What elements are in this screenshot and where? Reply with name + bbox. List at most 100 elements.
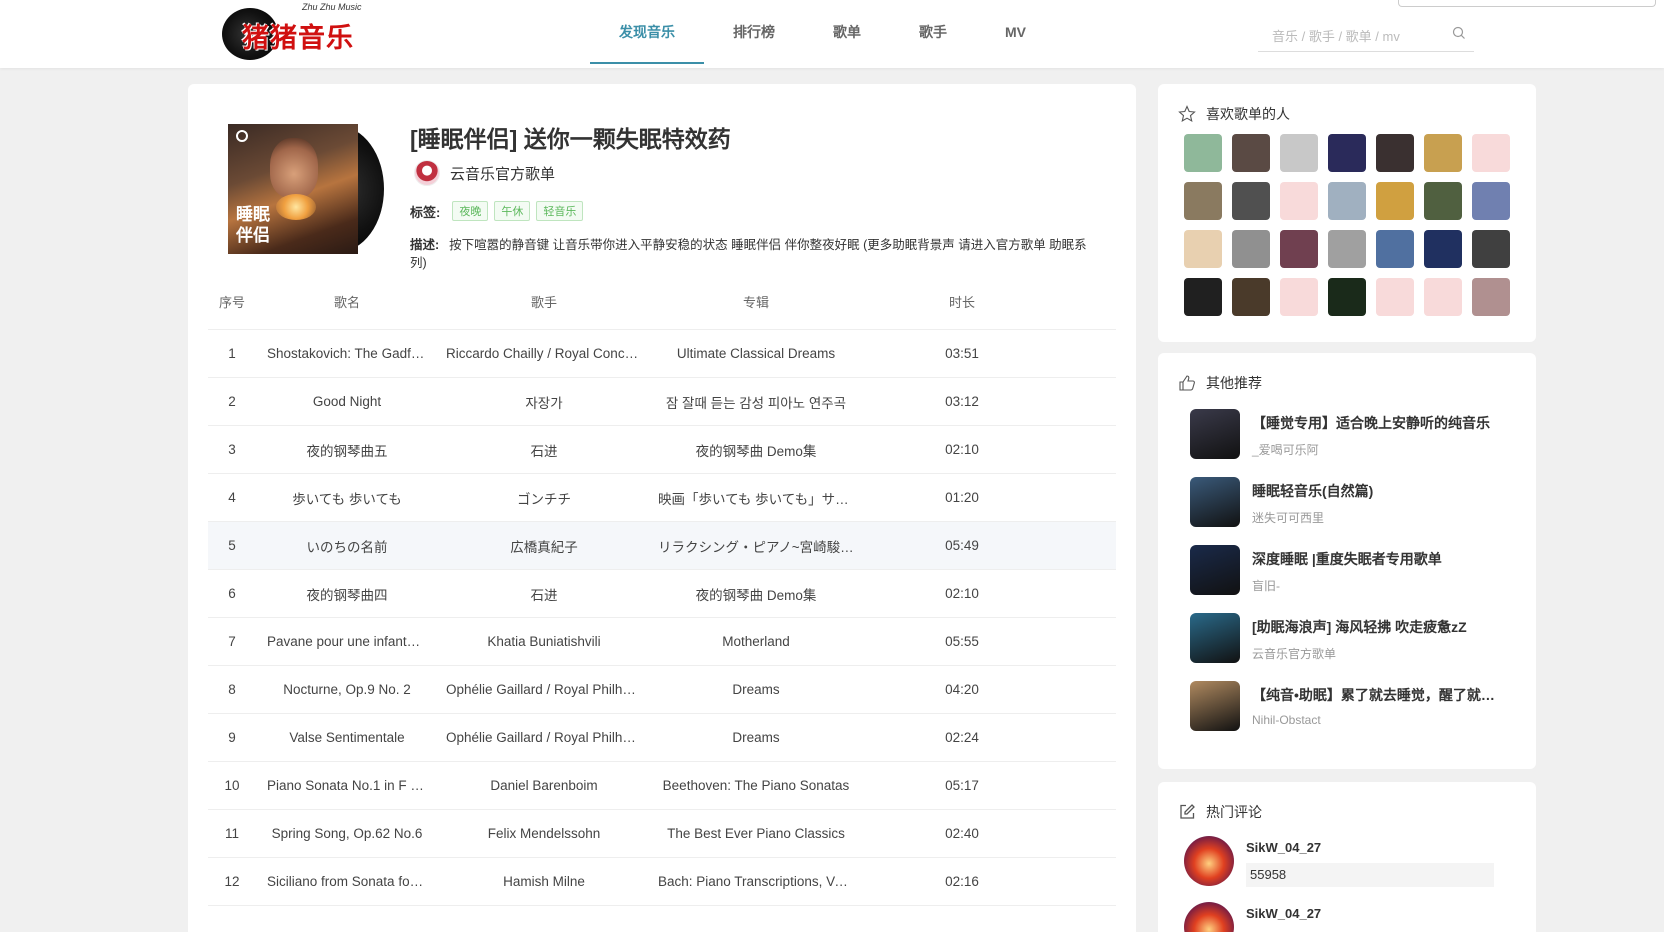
recommend-item[interactable]: 睡眠轻音乐(自然篇) 迷失可可西里 — [1190, 477, 1496, 529]
song-album[interactable]: Motherland — [658, 634, 854, 649]
song-name[interactable]: Siciliano from Sonata for flute — [267, 874, 427, 889]
table-row[interactable]: 1 Shostakovich: The Gadfly, Op. 97 Riccard… — [208, 330, 1116, 378]
liker-avatar[interactable] — [1424, 230, 1462, 268]
recommend-author[interactable]: _爱喝可乐阿 — [1252, 441, 1496, 458]
song-artist[interactable]: 자장가 — [446, 392, 642, 412]
liker-avatar[interactable] — [1424, 134, 1462, 172]
comment-avatar[interactable] — [1184, 902, 1234, 932]
song-artist[interactable]: Ophélie Gaillard / Royal Philharmonic — [446, 682, 642, 697]
recommend-author[interactable]: 云音乐官方歌单 — [1252, 645, 1496, 662]
liker-avatar[interactable] — [1424, 182, 1462, 220]
song-name[interactable]: Spring Song, Op.62 No.6 — [267, 826, 427, 841]
song-name[interactable]: 歩いても 歩いても — [267, 488, 427, 508]
liker-avatar[interactable] — [1232, 134, 1270, 172]
table-row[interactable]: 5 いのちの名前広橋真紀子リラクシング・ピアノ~宮崎駿作品集 05:49 — [208, 522, 1116, 570]
song-name[interactable]: Good Night — [267, 394, 427, 409]
song-artist[interactable]: Felix Mendelssohn — [446, 826, 642, 841]
nav-charts[interactable]: 排行榜 — [704, 0, 804, 64]
table-row[interactable]: 6 夜的钢琴曲四 石进 夜的钢琴曲 Demo集 02:10 — [208, 570, 1116, 618]
liker-avatar[interactable] — [1232, 182, 1270, 220]
nav-artists[interactable]: 歌手 — [890, 0, 976, 64]
recommend-title[interactable]: 【纯音•助眠】累了就去睡觉，醒了就去音乐 — [1252, 685, 1496, 705]
liker-avatar[interactable] — [1472, 278, 1510, 316]
comment-user[interactable]: SikW_04_27 — [1246, 840, 1494, 855]
comment-user[interactable]: SikW_04_27 — [1246, 906, 1321, 921]
liker-avatar[interactable] — [1280, 278, 1318, 316]
song-artist[interactable]: ゴンチチ — [446, 488, 642, 508]
liker-avatar[interactable] — [1184, 182, 1222, 220]
liker-avatar[interactable] — [1472, 230, 1510, 268]
recommend-author[interactable]: 盲旧- — [1252, 577, 1496, 594]
song-album[interactable]: 夜的钢琴曲 Demo集 — [658, 584, 854, 604]
song-album[interactable]: Dreams — [658, 730, 854, 745]
liker-avatar[interactable] — [1280, 230, 1318, 268]
liker-avatar[interactable] — [1472, 182, 1510, 220]
song-artist[interactable]: Riccardo Chailly / Royal Concertgebouw — [446, 346, 642, 361]
song-album[interactable]: The Best Ever Piano Classics — [658, 826, 854, 841]
liker-avatar[interactable] — [1376, 182, 1414, 220]
song-name[interactable]: Pavane pour une infante défunte — [267, 634, 427, 649]
recommend-cover[interactable] — [1190, 477, 1240, 527]
recommend-title[interactable]: 【睡觉专用】适合晚上安静听的纯音乐 — [1252, 413, 1496, 433]
song-name[interactable]: Nocturne, Op.9 No. 2 — [267, 682, 427, 697]
recommend-cover[interactable] — [1190, 545, 1240, 595]
recommend-author[interactable]: Nihil-Obstact — [1252, 713, 1496, 727]
search-input[interactable] — [1272, 24, 1442, 48]
song-name[interactable]: 夜的钢琴曲四 — [267, 584, 427, 604]
liker-avatar[interactable] — [1232, 278, 1270, 316]
song-artist[interactable]: Hamish Milne — [446, 874, 642, 889]
song-album[interactable]: Ultimate Classical Dreams — [658, 346, 854, 361]
song-album[interactable]: 잠 잘때 듣는 감성 피아노 연주곡 — [658, 392, 854, 412]
liker-avatar[interactable] — [1376, 134, 1414, 172]
song-album[interactable]: 映画「歩いても 歩いても」サウンドトラック — [658, 488, 854, 508]
liker-avatar[interactable] — [1328, 230, 1366, 268]
nav-playlists[interactable]: 歌单 — [804, 0, 890, 64]
nav-mv[interactable]: MV — [976, 0, 1055, 64]
liker-avatar[interactable] — [1328, 278, 1366, 316]
liker-avatar[interactable] — [1280, 134, 1318, 172]
song-artist[interactable]: 石进 — [446, 440, 642, 460]
liker-avatar[interactable] — [1424, 278, 1462, 316]
recommend-title[interactable]: 睡眠轻音乐(自然篇) — [1252, 481, 1496, 501]
recommend-item[interactable]: 深度睡眠 |重度失眠者专用歌单 盲旧- — [1190, 545, 1496, 597]
table-row[interactable]: 8 Nocturne, Op.9 No. 2 Ophélie Gaillard / … — [208, 666, 1116, 714]
tag-nap[interactable]: 午休 — [494, 201, 531, 221]
table-row[interactable]: 4 歩いても 歩いてもゴンチチ映画「歩いても 歩いても」サウンドトラック 01:20 — [208, 474, 1116, 522]
liker-avatar[interactable] — [1472, 134, 1510, 172]
recommend-cover[interactable] — [1190, 613, 1240, 663]
liker-avatar[interactable] — [1376, 230, 1414, 268]
table-row[interactable]: 9 Valse Sentimentale Ophélie Gaillard / Ro… — [208, 714, 1116, 762]
tag-light-music[interactable]: 轻音乐 — [536, 201, 584, 221]
search-icon[interactable] — [1452, 26, 1466, 40]
song-album[interactable]: Bach: Piano Transcriptions, Vol. 1 — [658, 874, 854, 889]
recommend-title[interactable]: [助眠海浪声] 海风轻拂 吹走疲惫zZ — [1252, 617, 1496, 637]
liker-avatar[interactable] — [1184, 278, 1222, 316]
liker-avatar[interactable] — [1184, 230, 1222, 268]
song-name[interactable]: Shostakovich: The Gadfly, Op. 97 — [267, 346, 427, 361]
song-name[interactable]: Valse Sentimentale — [267, 730, 427, 745]
creator[interactable]: 云音乐官方歌单 — [414, 160, 555, 186]
table-row[interactable]: 7 Pavane pour une infante défunte Khatia B… — [208, 618, 1116, 666]
liker-avatar[interactable] — [1328, 182, 1366, 220]
table-row[interactable]: 11 Spring Song, Op.62 No.6 Felix Mendelsso… — [208, 810, 1116, 858]
table-row[interactable]: 2 Good Night 자장가 잠 잘때 듣는 감성 피아노 연주곡 03:12 — [208, 378, 1116, 426]
recommend-title[interactable]: 深度睡眠 |重度失眠者专用歌单 — [1252, 549, 1496, 569]
liker-avatar[interactable] — [1184, 134, 1222, 172]
recommend-item[interactable]: 【纯音•助眠】累了就去睡觉，醒了就去音乐 Nihil-Obstact — [1190, 681, 1496, 733]
creator-avatar[interactable] — [414, 160, 440, 186]
recommend-item[interactable]: 【睡觉专用】适合晚上安静听的纯音乐 _爱喝可乐阿 — [1190, 409, 1496, 461]
song-name[interactable]: Piano Sonata No.1 in F minor — [267, 778, 427, 793]
liker-avatar[interactable] — [1232, 230, 1270, 268]
song-artist[interactable]: 石进 — [446, 584, 642, 604]
song-album[interactable]: リラクシング・ピアノ~宮崎駿作品集 — [658, 536, 854, 556]
site-logo[interactable]: Zhu Zhu Music 猪猪音乐 — [222, 2, 366, 62]
song-artist[interactable]: Daniel Barenboim — [446, 778, 642, 793]
table-row[interactable]: 3 夜的钢琴曲五 石进 夜的钢琴曲 Demo集 02:10 — [208, 426, 1116, 474]
song-name[interactable]: 夜的钢琴曲五 — [267, 440, 427, 460]
table-row[interactable]: 12 Siciliano from Sonata for flute Hamish … — [208, 858, 1116, 906]
nav-discover[interactable]: 发现音乐 — [590, 0, 704, 64]
creator-name[interactable]: 云音乐官方歌单 — [450, 163, 555, 184]
liker-avatar[interactable] — [1376, 278, 1414, 316]
recommend-author[interactable]: 迷失可可西里 — [1252, 509, 1496, 526]
recommend-cover[interactable] — [1190, 409, 1240, 459]
